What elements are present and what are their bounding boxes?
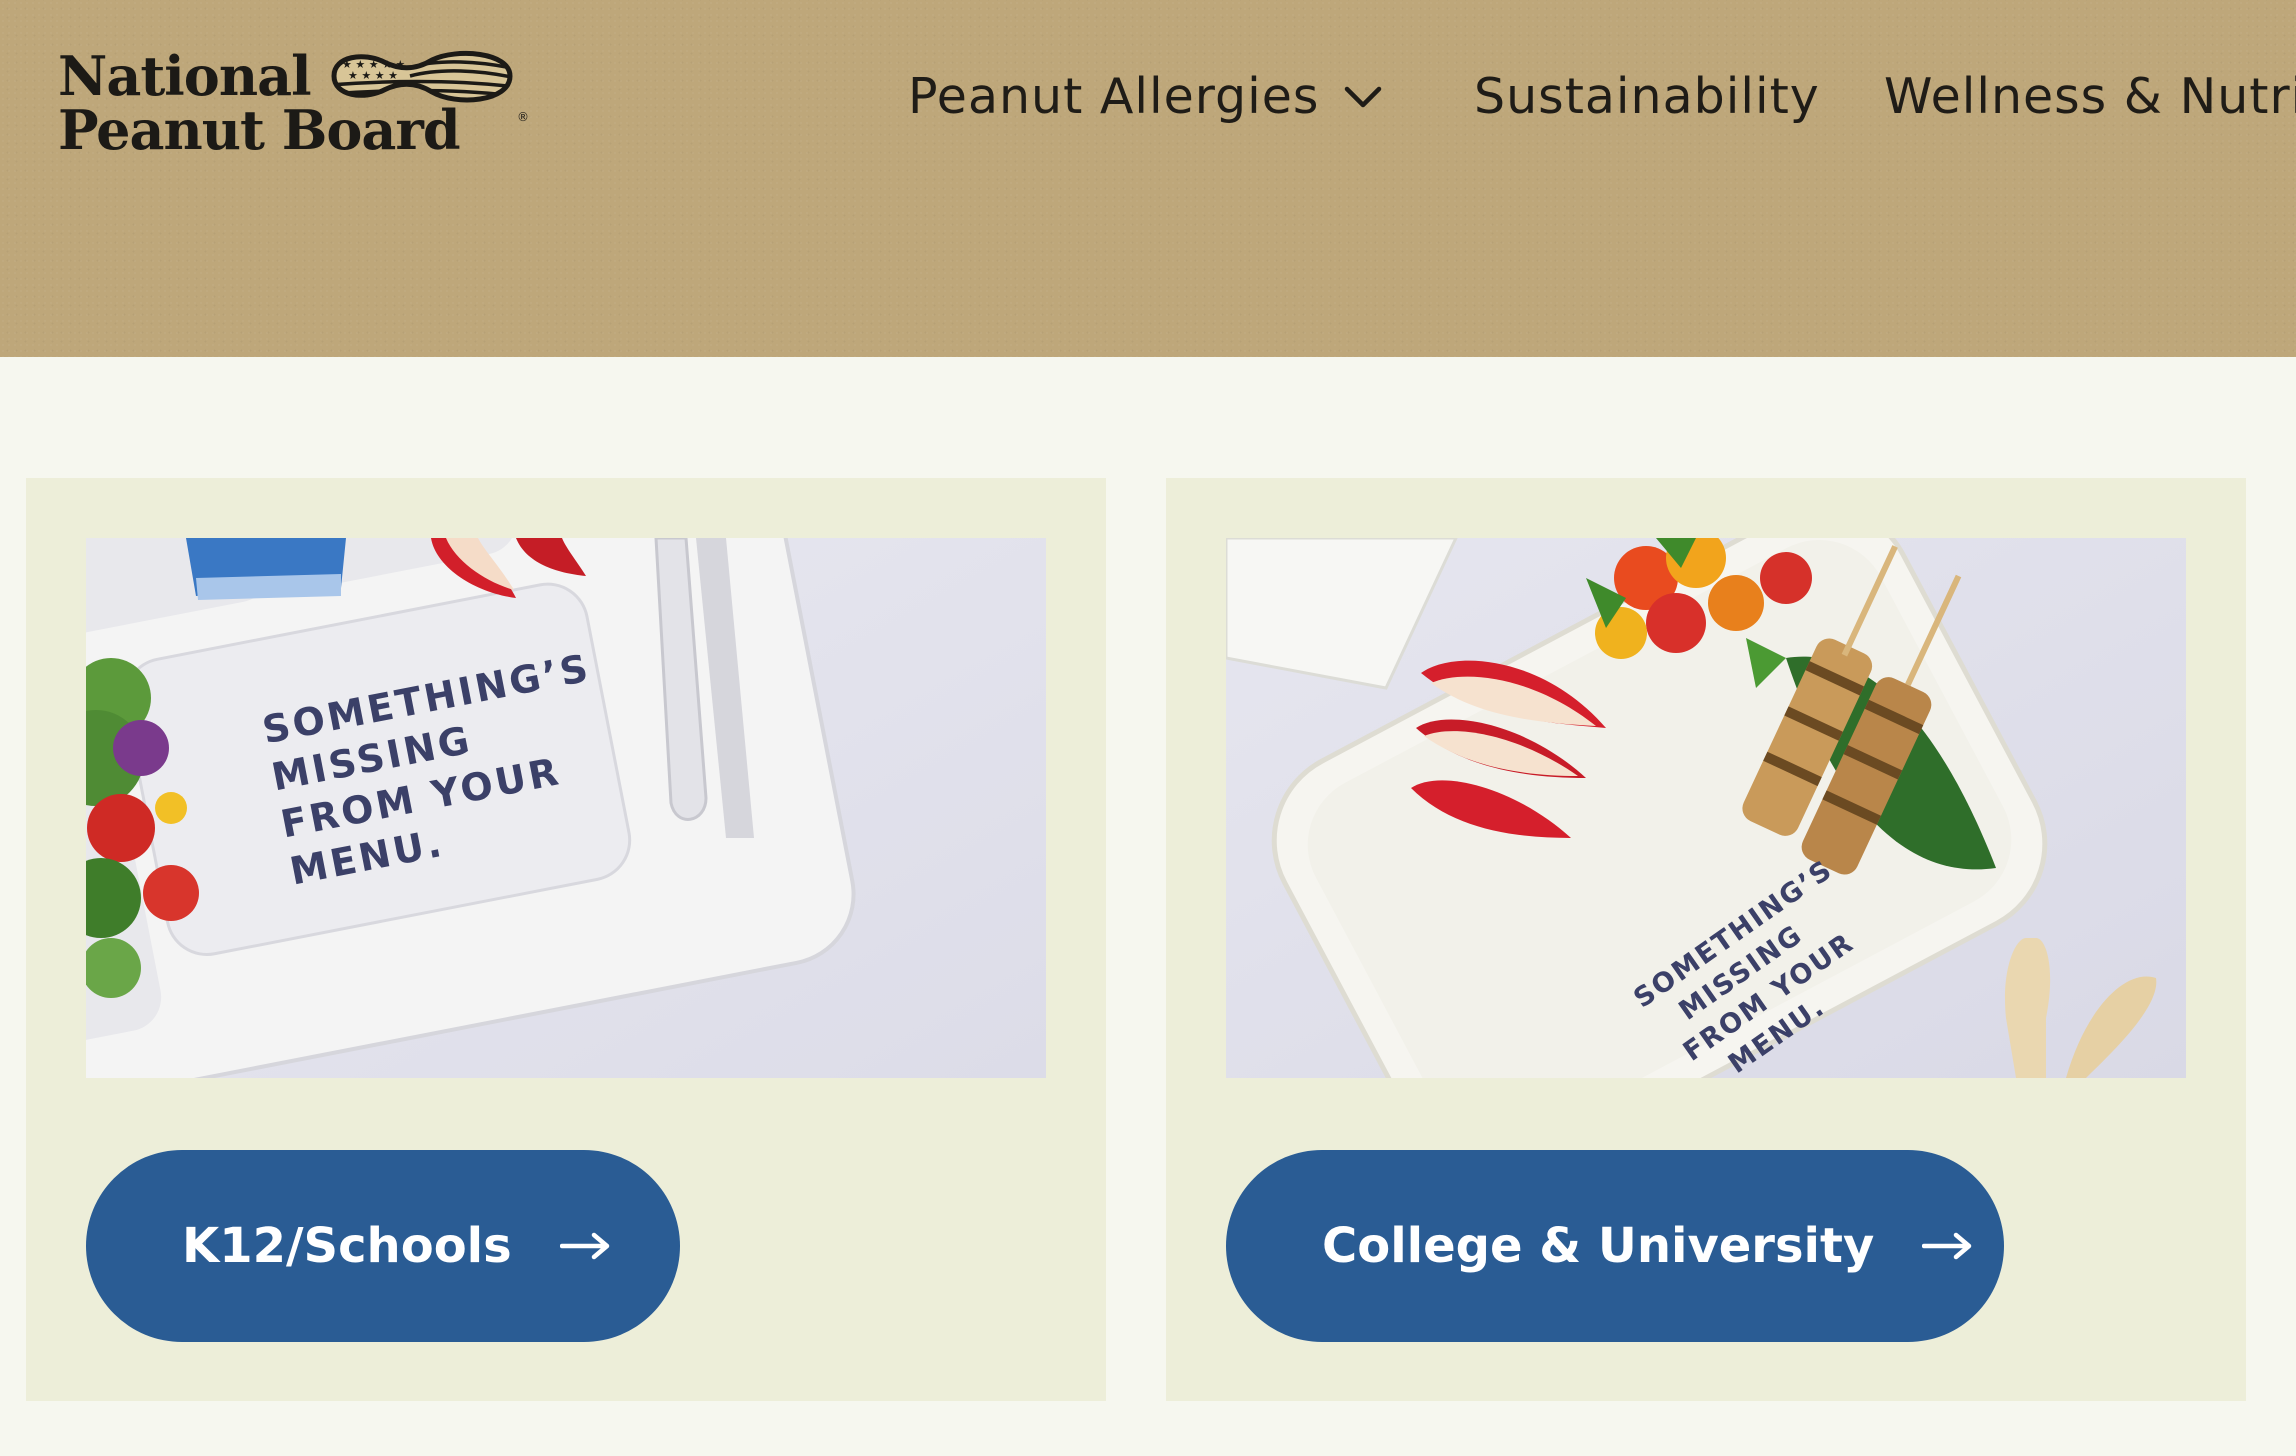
- logo-line-2: Peanut Board: [58, 98, 461, 162]
- college-university-button-label: College & University: [1322, 1218, 1875, 1274]
- peanut-flag-icon: ★ ★ ★ ★ ★ ★ ★ ★ ★: [331, 50, 513, 103]
- nav-item-peanut-allergies[interactable]: Peanut Allergies: [908, 62, 1382, 132]
- nav-label-wellness-nutrition: Wellness & Nutrit: [1884, 68, 2296, 125]
- registered-mark: ®: [517, 110, 529, 124]
- arrow-right-icon: [1922, 1232, 1972, 1260]
- site-header: National Peanut Board ★ ★ ★ ★ ★ ★ ★ ★ ★ …: [0, 0, 2296, 357]
- k12-schools-button-label: K12/Schools: [182, 1218, 512, 1274]
- card-k12-schools: SOMETHING’S MISSING FROM YOUR MENU. K12/…: [26, 478, 1106, 1401]
- arrow-right-icon: [559, 1232, 609, 1260]
- card-college-university: SOMETHING’S MISSING FROM YOUR MENU. Coll…: [1166, 478, 2246, 1401]
- card-image-k12-tray: SOMETHING’S MISSING FROM YOUR MENU.: [86, 538, 1046, 1078]
- site-logo[interactable]: National Peanut Board ★ ★ ★ ★ ★ ★ ★ ★ ★ …: [58, 44, 529, 166]
- nav-item-sustainability[interactable]: Sustainability: [1474, 62, 1820, 132]
- nav-label-sustainability: Sustainability: [1474, 68, 1820, 125]
- nav-label-peanut-allergies: Peanut Allergies: [908, 68, 1320, 125]
- nav-item-wellness-nutrition[interactable]: Wellness & Nutrit: [1884, 62, 2296, 132]
- lunch-tray-photo: SOMETHING’S MISSING FROM YOUR MENU.: [86, 538, 1046, 1078]
- logo-line-1: National: [58, 44, 312, 108]
- card-image-college-container: SOMETHING’S MISSING FROM YOUR MENU.: [1226, 538, 2186, 1078]
- k12-schools-button[interactable]: K12/Schools: [86, 1150, 680, 1342]
- college-university-button[interactable]: College & University: [1226, 1150, 2004, 1342]
- chevron-down-icon[interactable]: [1343, 82, 1383, 112]
- takeout-container-photo: SOMETHING’S MISSING FROM YOUR MENU.: [1226, 538, 2186, 1078]
- svg-text:★ ★ ★ ★: ★ ★ ★ ★: [348, 69, 398, 82]
